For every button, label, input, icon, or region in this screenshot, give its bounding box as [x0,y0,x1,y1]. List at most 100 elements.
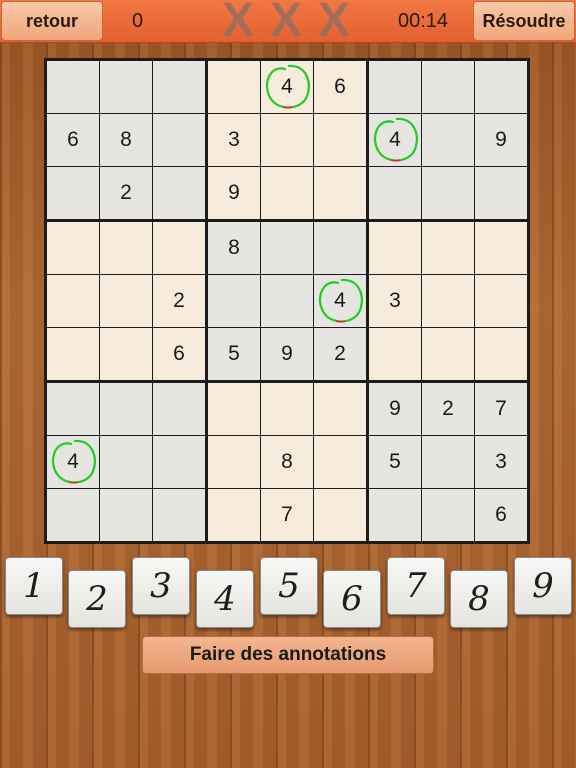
cell-digit: 4 [389,128,401,151]
sudoku-cell[interactable] [261,383,313,435]
sudoku-cell[interactable] [422,114,474,166]
sudoku-cell[interactable]: 8 [208,222,260,274]
sudoku-cell[interactable] [261,167,313,219]
sudoku-cell[interactable] [475,328,527,380]
annotations-toggle-button[interactable]: Faire des annotations [142,636,434,674]
sudoku-cell[interactable] [153,489,205,541]
sudoku-cell[interactable]: 2 [314,328,366,380]
sudoku-cell[interactable] [475,167,527,219]
sudoku-cell[interactable] [100,328,152,380]
number-key-7[interactable]: 7 [387,557,445,615]
sudoku-cell[interactable] [422,436,474,488]
sudoku-cell[interactable]: 9 [369,383,421,435]
sudoku-cell[interactable]: 8 [100,114,152,166]
sudoku-cell[interactable] [100,61,152,113]
sudoku-cell[interactable] [153,167,205,219]
sudoku-cell[interactable]: 4 [369,114,421,166]
sudoku-cell[interactable]: 6 [47,114,99,166]
sudoku-cell[interactable] [47,275,99,327]
sudoku-cell[interactable] [47,61,99,113]
sudoku-cell[interactable] [153,436,205,488]
sudoku-cell[interactable] [208,489,260,541]
timer: 00:14 [398,10,449,32]
sudoku-cell[interactable] [153,222,205,274]
score: 0 [132,10,144,32]
number-key-1[interactable]: 1 [5,557,63,615]
sudoku-cell[interactable]: 9 [475,114,527,166]
sudoku-cell[interactable]: 4 [314,275,366,327]
sudoku-cell[interactable]: 8 [261,436,313,488]
sudoku-cell[interactable] [100,436,152,488]
sudoku-cell[interactable] [100,489,152,541]
sudoku-cell[interactable]: 9 [261,328,313,380]
mistake-x-icon: X [222,0,255,47]
sudoku-cell[interactable] [261,222,313,274]
sudoku-cell[interactable] [100,222,152,274]
sudoku-cell[interactable] [47,222,99,274]
sudoku-cell[interactable]: 4 [47,436,99,488]
sudoku-cell[interactable] [47,489,99,541]
sudoku-cell[interactable] [314,489,366,541]
sudoku-cell[interactable] [475,222,527,274]
sudoku-cell[interactable]: 9 [208,167,260,219]
sudoku-cell[interactable] [153,383,205,435]
cell-digit: 4 [281,75,293,98]
number-key-5[interactable]: 5 [260,557,318,615]
sudoku-cell[interactable] [47,383,99,435]
sudoku-cell[interactable] [100,275,152,327]
sudoku-cell[interactable] [153,61,205,113]
solve-button[interactable]: Résoudre [473,1,575,41]
sudoku-cell[interactable]: 2 [100,167,152,219]
sudoku-cell[interactable]: 6 [475,489,527,541]
sudoku-cell[interactable]: 5 [369,436,421,488]
sudoku-cell[interactable]: 7 [475,383,527,435]
sudoku-cell[interactable]: 2 [422,383,474,435]
number-key-9[interactable]: 9 [514,557,572,615]
sudoku-cell[interactable] [208,61,260,113]
number-key-8[interactable]: 8 [450,570,508,628]
sudoku-cell[interactable]: 6 [314,61,366,113]
sudoku-cell[interactable] [153,114,205,166]
sudoku-cell[interactable] [475,275,527,327]
sudoku-cell[interactable] [369,222,421,274]
sudoku-cell[interactable]: 4 [261,61,313,113]
sudoku-cell[interactable]: 3 [208,114,260,166]
sudoku-cell[interactable] [314,167,366,219]
sudoku-cell[interactable] [100,383,152,435]
sudoku-cell[interactable] [475,61,527,113]
cell-digit: 4 [67,450,79,473]
sudoku-cell[interactable] [261,275,313,327]
sudoku-cell[interactable] [422,61,474,113]
sudoku-cell[interactable]: 6 [153,328,205,380]
sudoku-cell[interactable] [422,167,474,219]
sudoku-cell[interactable] [369,328,421,380]
cell-digit: 4 [334,289,346,312]
sudoku-cell[interactable] [208,383,260,435]
sudoku-cell[interactable] [369,167,421,219]
sudoku-cell[interactable]: 5 [208,328,260,380]
sudoku-cell[interactable] [422,328,474,380]
sudoku-cell[interactable] [422,222,474,274]
sudoku-cell[interactable] [314,436,366,488]
sudoku-cell[interactable] [314,383,366,435]
number-key-4[interactable]: 4 [196,570,254,628]
sudoku-cell[interactable] [369,61,421,113]
number-key-6[interactable]: 6 [323,570,381,628]
number-key-2[interactable]: 2 [68,570,126,628]
sudoku-cell[interactable] [314,222,366,274]
sudoku-cell[interactable]: 3 [475,436,527,488]
sudoku-cell[interactable] [261,114,313,166]
sudoku-cell[interactable]: 7 [261,489,313,541]
sudoku-cell[interactable]: 2 [153,275,205,327]
sudoku-cell[interactable] [47,167,99,219]
sudoku-cell[interactable] [422,275,474,327]
sudoku-cell[interactable]: 3 [369,275,421,327]
sudoku-cell[interactable] [208,275,260,327]
number-key-3[interactable]: 3 [132,557,190,615]
back-button[interactable]: retour [1,1,103,41]
sudoku-cell[interactable] [314,114,366,166]
sudoku-cell[interactable] [422,489,474,541]
sudoku-cell[interactable] [47,328,99,380]
sudoku-cell[interactable] [369,489,421,541]
sudoku-cell[interactable] [208,436,260,488]
